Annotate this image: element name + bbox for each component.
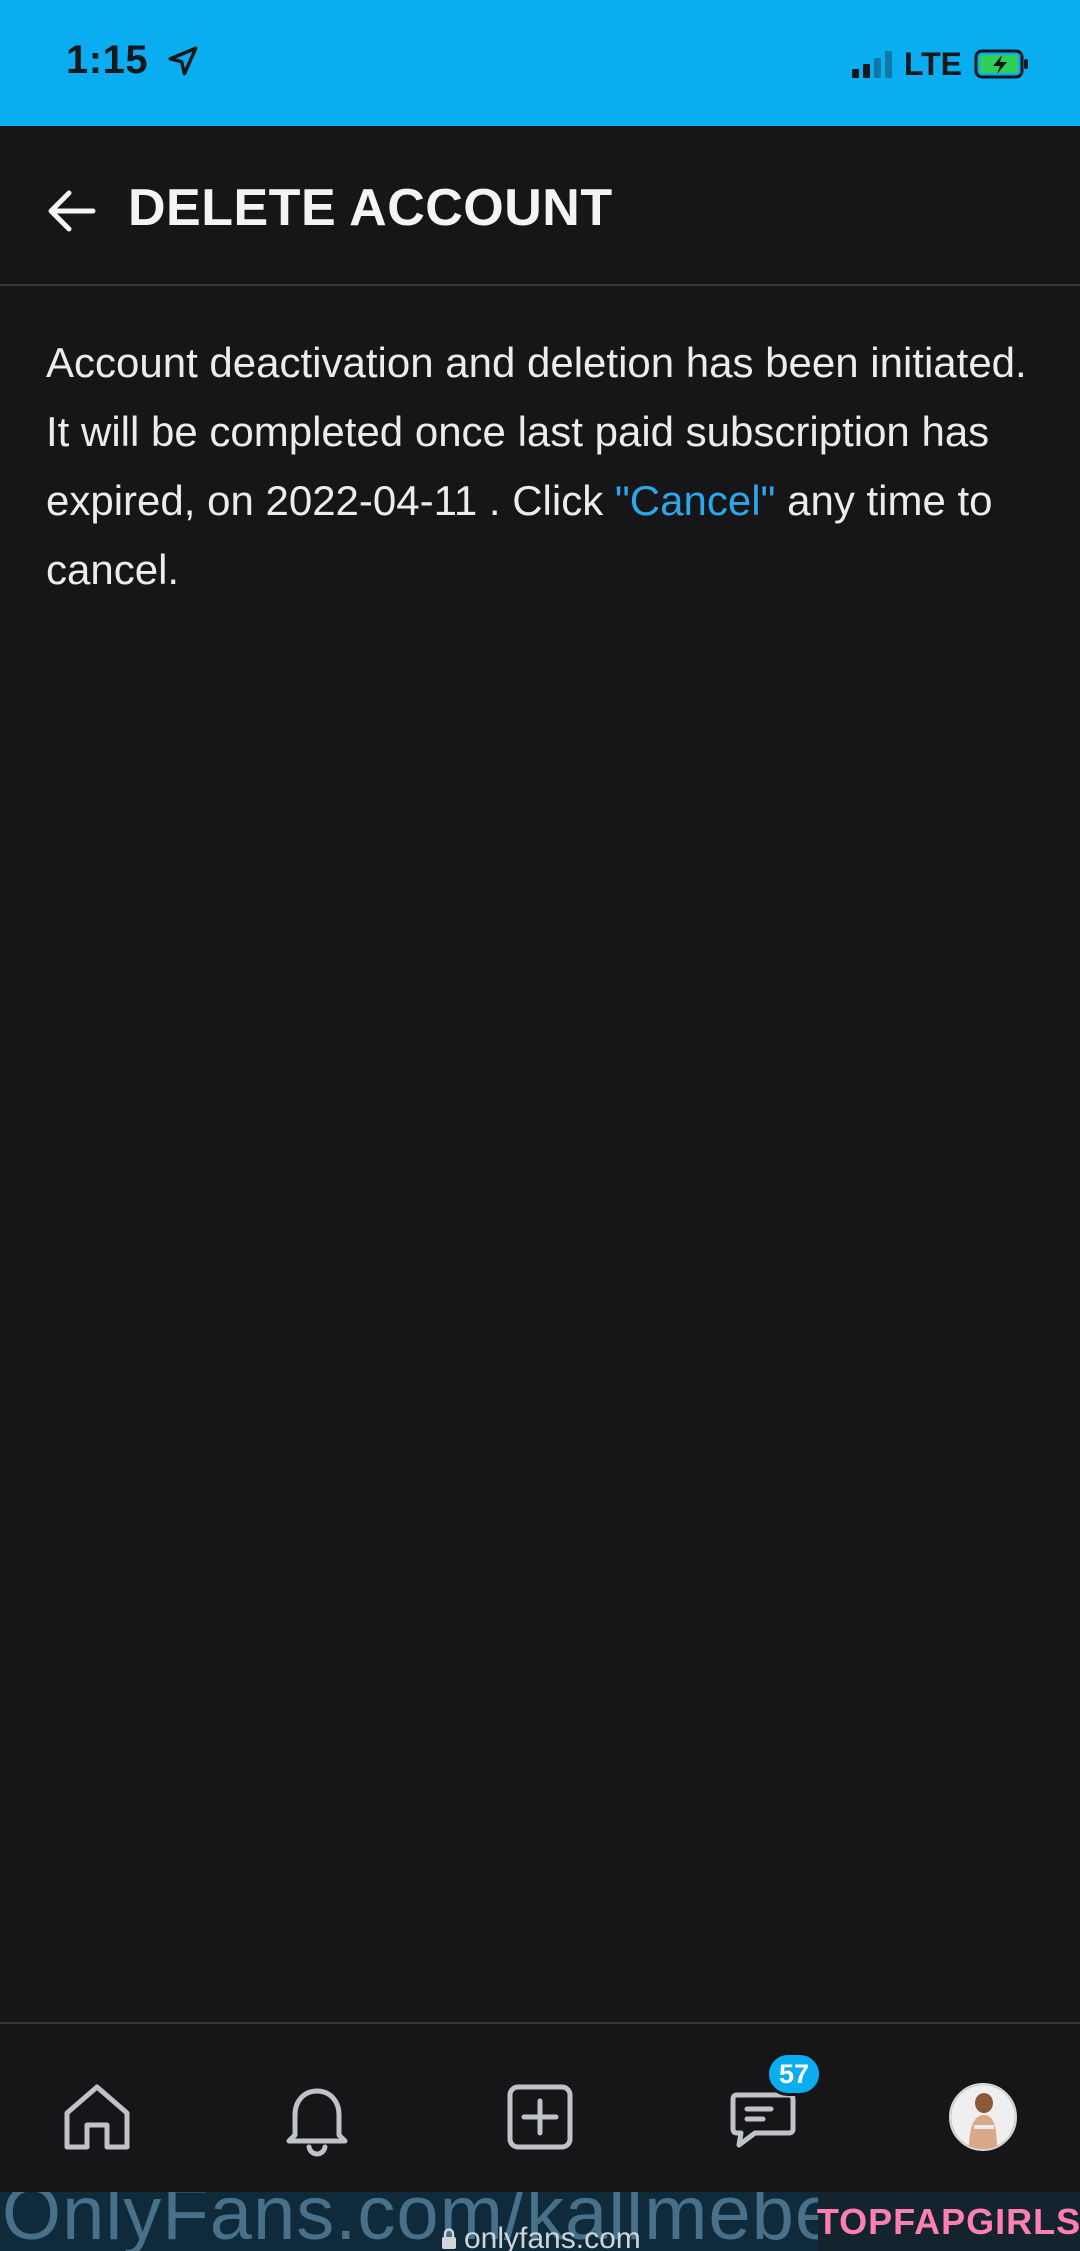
app-header: DELETE ACCOUNT bbox=[0, 126, 1080, 286]
arrow-left-icon bbox=[48, 190, 96, 232]
battery-charging-icon bbox=[974, 49, 1028, 79]
avatar bbox=[949, 2083, 1017, 2151]
home-icon bbox=[64, 2084, 130, 2150]
bottom-nav: 57 bbox=[0, 2022, 1080, 2192]
plus-square-icon bbox=[507, 2084, 573, 2150]
status-time: 1:15 bbox=[66, 38, 149, 82]
cancel-link[interactable]: "Cancel" bbox=[615, 477, 776, 524]
lock-icon bbox=[442, 2228, 456, 2249]
unread-count-badge: 57 bbox=[766, 2052, 822, 2096]
bell-icon bbox=[286, 2088, 348, 2157]
signal-strength-icon bbox=[851, 50, 892, 78]
nav-add-post[interactable] bbox=[495, 2072, 585, 2162]
nav-messages[interactable]: 57 bbox=[718, 2052, 822, 2162]
nav-profile[interactable] bbox=[938, 2072, 1028, 2162]
nav-notifications[interactable] bbox=[272, 2072, 362, 2162]
back-button[interactable] bbox=[36, 176, 106, 246]
status-bar: 1:15 LTE bbox=[0, 0, 1080, 126]
domain-label: onlyfans.com bbox=[464, 2222, 641, 2251]
network-type: LTE bbox=[903, 45, 962, 82]
address-domain: onlyfans.com bbox=[440, 2222, 641, 2251]
deletion-status-message: Account deactivation and deletion has be… bbox=[46, 328, 1046, 604]
status-indicators: LTE bbox=[851, 44, 1030, 84]
site-brand-watermark: TOPFAPGIRLS bbox=[817, 2192, 1080, 2251]
nav-home[interactable] bbox=[52, 2072, 142, 2162]
location-arrow-icon bbox=[168, 46, 198, 76]
page-title: DELETE ACCOUNT bbox=[128, 179, 613, 237]
